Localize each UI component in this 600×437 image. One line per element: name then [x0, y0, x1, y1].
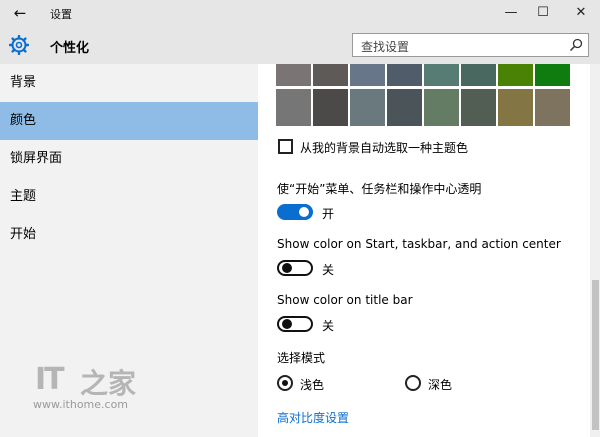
- gear-icon: [9, 35, 29, 55]
- watermark-logo: IT: [35, 362, 65, 397]
- sidebar-item-start[interactable]: 开始: [0, 216, 258, 254]
- minimize-icon[interactable]: —: [495, 0, 527, 26]
- auto-pick-checkbox[interactable]: [278, 139, 293, 154]
- color-swatch[interactable]: [424, 89, 459, 126]
- maximize-icon[interactable]: ☐: [527, 0, 559, 26]
- color-swatch[interactable]: [498, 89, 533, 126]
- show-color-title-state: 关: [322, 319, 335, 333]
- scrollbar-thumb[interactable]: [592, 280, 599, 430]
- transparency-toggle[interactable]: [277, 204, 313, 220]
- close-icon[interactable]: ✕: [565, 0, 597, 26]
- sidebar-item-colors[interactable]: 颜色: [0, 102, 258, 140]
- sidebar-item-themes[interactable]: 主题: [0, 178, 258, 216]
- dark-mode-radio[interactable]: [405, 375, 421, 391]
- show-color-start-label: Show color on Start, taskbar, and action…: [277, 237, 561, 251]
- color-swatch[interactable]: [387, 89, 422, 126]
- search-placeholder: 查找设置: [361, 40, 410, 54]
- toggle-knob: [299, 207, 309, 217]
- back-arrow-icon[interactable]: ←: [8, 3, 32, 23]
- light-mode-label: 浅色: [300, 378, 325, 392]
- sidebar-item-background[interactable]: 背景: [0, 64, 258, 102]
- toggle-knob: [282, 263, 292, 273]
- window-title: 设置: [50, 8, 72, 21]
- title-bar: ← 设置 — ☐ ✕: [0, 0, 600, 26]
- sidebar-item-label: 颜色: [10, 113, 37, 128]
- sidebar-item-label: 锁屏界面: [10, 151, 63, 166]
- toggle-knob: [282, 319, 292, 329]
- color-swatch[interactable]: [535, 64, 570, 86]
- show-color-start-state: 关: [322, 263, 335, 277]
- color-swatch[interactable]: [350, 89, 385, 126]
- color-swatch[interactable]: [313, 89, 348, 126]
- mode-label: 选择模式: [277, 351, 326, 365]
- sidebar-item-label: 主题: [10, 189, 37, 204]
- sidebar-item-label: 背景: [10, 75, 37, 90]
- color-swatch[interactable]: [424, 64, 459, 86]
- light-mode-radio[interactable]: [277, 375, 293, 391]
- color-swatch[interactable]: [276, 89, 311, 126]
- show-color-start-toggle[interactable]: [277, 260, 313, 276]
- watermark-logo-glyph: 之家: [80, 367, 137, 400]
- high-contrast-link[interactable]: 高对比度设置: [277, 409, 349, 426]
- color-swatch[interactable]: [276, 64, 311, 86]
- color-swatch[interactable]: [313, 64, 348, 86]
- page-title: 个性化: [50, 41, 90, 56]
- search-input[interactable]: 查找设置: [352, 33, 589, 57]
- sidebar-item-lock-screen[interactable]: 锁屏界面: [0, 140, 258, 178]
- color-swatch[interactable]: [387, 64, 422, 86]
- color-swatch[interactable]: [498, 64, 533, 86]
- auto-pick-label: 从我的背景自动选取一种主题色: [300, 141, 469, 155]
- color-swatch[interactable]: [461, 89, 496, 126]
- transparency-label: 使“开始”菜单、任务栏和操作中心透明: [277, 182, 482, 196]
- color-swatch[interactable]: [461, 64, 496, 86]
- watermark-url: www.ithome.com: [33, 398, 129, 411]
- sidebar-item-label: 开始: [10, 227, 37, 242]
- dark-mode-label: 深色: [428, 378, 453, 392]
- show-color-title-toggle[interactable]: [277, 316, 313, 332]
- search-icon[interactable]: [569, 38, 583, 52]
- color-swatch[interactable]: [350, 64, 385, 86]
- color-swatch[interactable]: [535, 89, 570, 126]
- transparency-state: 开: [322, 207, 335, 221]
- show-color-title-label: Show color on title bar: [277, 293, 413, 307]
- radio-dot: [282, 380, 288, 386]
